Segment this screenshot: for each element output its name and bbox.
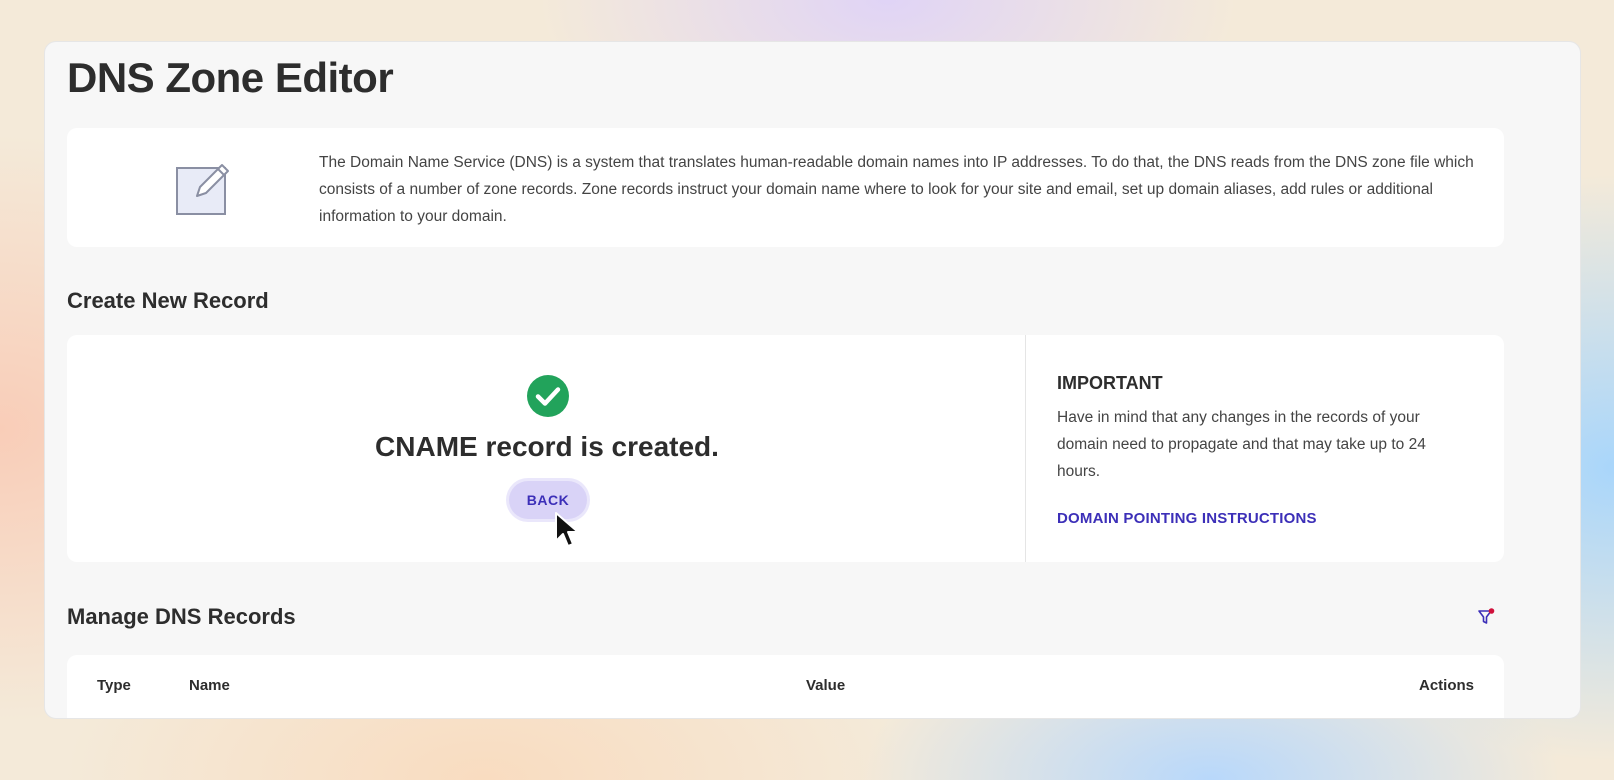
success-panel: CNAME record is created. BACK — [67, 335, 1025, 562]
panel-divider — [1025, 335, 1026, 562]
check-circle-icon — [527, 375, 569, 417]
create-record-heading: Create New Record — [67, 288, 269, 313]
manage-records-heading: Manage DNS Records — [67, 604, 296, 629]
mouse-cursor-icon — [555, 512, 579, 547]
column-header-actions: Actions — [1418, 677, 1474, 694]
dns-description: The Domain Name Service (DNS) is a syste… — [319, 154, 1474, 225]
info-card: The Domain Name Service (DNS) is a syste… — [67, 128, 1504, 247]
important-panel: IMPORTANT Have in mind that any changes … — [1057, 335, 1487, 562]
column-header-type[interactable]: Type — [97, 677, 131, 694]
column-header-name[interactable]: Name — [189, 677, 230, 694]
filter-icon[interactable] — [1477, 608, 1495, 626]
success-message: CNAME record is created. — [375, 431, 719, 462]
important-heading: IMPORTANT — [1057, 373, 1163, 393]
column-header-value[interactable]: Value — [806, 677, 845, 694]
app-window: DNS Zone Editor The Domain Name Service … — [44, 41, 1581, 719]
important-note: Have in mind that any changes in the rec… — [1057, 409, 1426, 480]
create-record-card: CNAME record is created. BACK IMPORTANT … — [67, 335, 1504, 562]
dns-records-table: Type Name Value Actions — [67, 655, 1504, 718]
domain-pointing-link[interactable]: DOMAIN POINTING INSTRUCTIONS — [1057, 510, 1317, 527]
edit-document-icon — [176, 164, 229, 215]
page-title: DNS Zone Editor — [67, 54, 394, 101]
